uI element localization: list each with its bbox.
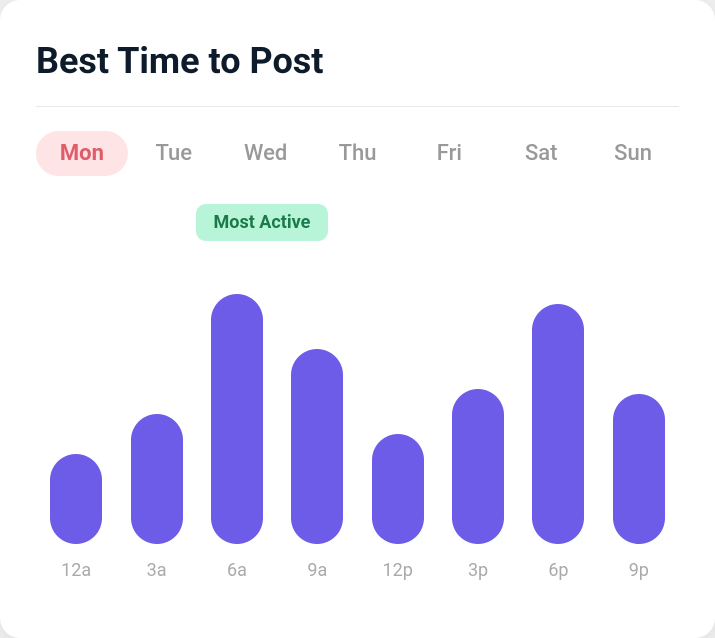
bar-6a[interactable]: [211, 294, 263, 544]
bar-wrapper-3p: [438, 264, 518, 544]
bar-wrapper-6p: [518, 264, 598, 544]
time-label-3p: 3p: [438, 560, 518, 581]
day-item-thu[interactable]: Thu: [312, 131, 404, 176]
best-time-card: Best Time to Post MonTueWedThuFriSatSun …: [0, 0, 715, 638]
bar-12p[interactable]: [372, 434, 424, 544]
most-active-label: Most Active: [196, 204, 329, 241]
day-item-tue[interactable]: Tue: [128, 131, 220, 176]
day-item-sat[interactable]: Sat: [495, 131, 587, 176]
divider: [36, 106, 679, 107]
bar-wrapper-3a: [116, 264, 196, 544]
chart-area: Most Active 12a3a6a9a12p3p6p9p: [36, 204, 679, 581]
time-label-9p: 9p: [599, 560, 679, 581]
bars-container: [36, 264, 679, 544]
bar-wrapper-12p: [358, 264, 438, 544]
bar-9a[interactable]: [291, 349, 343, 544]
days-row: MonTueWedThuFriSatSun: [36, 131, 679, 176]
time-label-3a: 3a: [116, 560, 196, 581]
bar-wrapper-9p: [599, 264, 679, 544]
day-item-wed[interactable]: Wed: [220, 131, 312, 176]
day-item-fri[interactable]: Fri: [403, 131, 495, 176]
bar-wrapper-6a: [197, 264, 277, 544]
day-item-mon[interactable]: Mon: [36, 131, 128, 176]
bar-wrapper-9a: [277, 264, 357, 544]
time-label-12p: 12p: [358, 560, 438, 581]
time-label-6a: 6a: [197, 560, 277, 581]
bar-3a[interactable]: [131, 414, 183, 544]
bar-6p[interactable]: [532, 304, 584, 544]
day-item-sun[interactable]: Sun: [587, 131, 679, 176]
bar-wrapper-12a: [36, 264, 116, 544]
bar-3p[interactable]: [452, 389, 504, 544]
bar-9p[interactable]: [613, 394, 665, 544]
time-label-12a: 12a: [36, 560, 116, 581]
time-label-6p: 6p: [518, 560, 598, 581]
page-title: Best Time to Post: [36, 40, 679, 82]
time-label-9a: 9a: [277, 560, 357, 581]
bar-12a[interactable]: [50, 454, 102, 544]
time-labels: 12a3a6a9a12p3p6p9p: [36, 560, 679, 581]
